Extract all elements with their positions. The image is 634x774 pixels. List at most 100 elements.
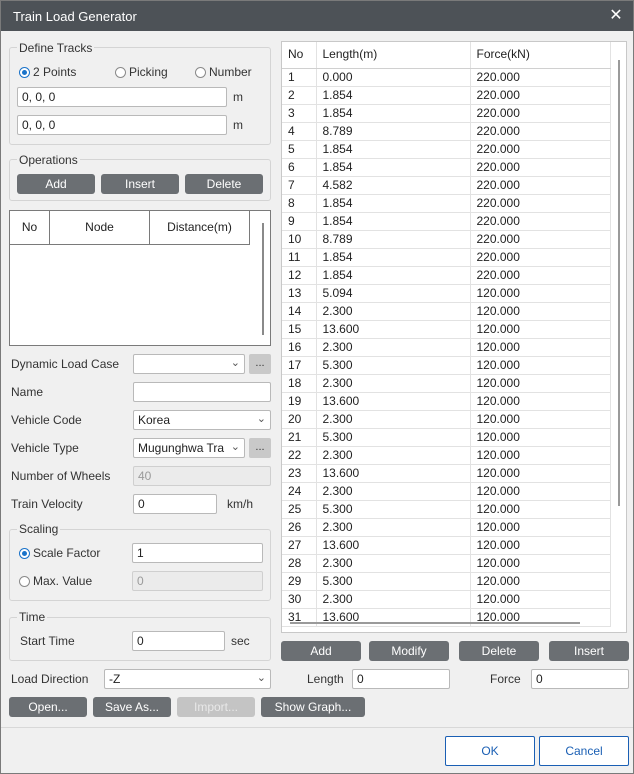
length-input[interactable]: 0 <box>352 669 450 689</box>
dynamic-load-case-select[interactable]: ⌄ <box>133 354 245 374</box>
row-force-cell[interactable]: 120.000 <box>470 428 611 447</box>
table-row[interactable]: 21 5.300 120.000 <box>282 428 611 447</box>
table-row[interactable]: 7 4.582 220.000 <box>282 176 611 195</box>
vehicle-code-select[interactable]: Korea ⌄ <box>133 410 271 430</box>
scale-factor-input[interactable]: 1 <box>132 543 263 563</box>
operations-insert-button[interactable]: Insert <box>101 174 179 194</box>
row-length-cell[interactable]: 2.300 <box>316 554 471 573</box>
force-add-button[interactable]: Add <box>281 641 361 661</box>
row-no-cell[interactable]: 29 <box>282 572 317 591</box>
row-force-cell[interactable]: 120.000 <box>470 572 611 591</box>
track-point-1-input[interactable]: 0, 0, 0 <box>17 87 227 107</box>
row-length-cell[interactable]: 13.600 <box>316 464 471 483</box>
row-force-cell[interactable]: 220.000 <box>470 68 611 87</box>
row-no-cell[interactable]: 16 <box>282 338 317 357</box>
row-force-cell[interactable]: 120.000 <box>470 518 611 537</box>
row-no-cell[interactable]: 14 <box>282 302 317 321</box>
row-no-cell[interactable]: 12 <box>282 266 317 285</box>
table-row[interactable]: 24 2.300 120.000 <box>282 482 611 501</box>
force-col-force[interactable]: Force(kN) <box>470 42 611 69</box>
vehicle-type-browse-button[interactable]: ... <box>249 438 271 458</box>
ok-button[interactable]: OK <box>445 736 535 766</box>
row-length-cell[interactable]: 5.300 <box>316 572 471 591</box>
row-length-cell[interactable]: 2.300 <box>316 338 471 357</box>
row-force-cell[interactable]: 220.000 <box>470 194 611 213</box>
force-col-length[interactable]: Length(m) <box>316 42 471 69</box>
nodes-col-no[interactable]: No <box>10 211 50 245</box>
table-row[interactable]: 27 13.600 120.000 <box>282 536 611 555</box>
nodes-table[interactable]: No Node Distance(m) <box>9 210 271 346</box>
table-row[interactable]: 10 8.789 220.000 <box>282 230 611 249</box>
force-modify-button[interactable]: Modify <box>369 641 449 661</box>
table-row[interactable]: 22 2.300 120.000 <box>282 446 611 465</box>
nodes-col-node[interactable]: Node <box>50 211 150 245</box>
row-force-cell[interactable]: 120.000 <box>470 482 611 501</box>
row-length-cell[interactable]: 0.000 <box>316 68 471 87</box>
force-table-vertical-scrollbar[interactable] <box>618 60 620 506</box>
velocity-input[interactable]: 0 <box>133 494 217 514</box>
row-no-cell[interactable]: 6 <box>282 158 317 177</box>
row-no-cell[interactable]: 11 <box>282 248 317 267</box>
table-row[interactable]: 28 2.300 120.000 <box>282 554 611 573</box>
table-row[interactable]: 14 2.300 120.000 <box>282 302 611 321</box>
table-row[interactable]: 15 13.600 120.000 <box>282 320 611 339</box>
force-input[interactable]: 0 <box>531 669 629 689</box>
row-force-cell[interactable]: 120.000 <box>470 500 611 519</box>
table-row[interactable]: 19 13.600 120.000 <box>282 392 611 411</box>
row-no-cell[interactable]: 5 <box>282 140 317 159</box>
table-row[interactable]: 12 1.854 220.000 <box>282 266 611 285</box>
row-force-cell[interactable]: 220.000 <box>470 140 611 159</box>
row-no-cell[interactable]: 30 <box>282 590 317 609</box>
row-force-cell[interactable]: 120.000 <box>470 374 611 393</box>
row-length-cell[interactable]: 1.854 <box>316 140 471 159</box>
row-no-cell[interactable]: 25 <box>282 500 317 519</box>
table-row[interactable]: 9 1.854 220.000 <box>282 212 611 231</box>
row-force-cell[interactable]: 120.000 <box>470 464 611 483</box>
row-force-cell[interactable]: 120.000 <box>470 536 611 555</box>
row-force-cell[interactable]: 120.000 <box>470 590 611 609</box>
row-no-cell[interactable]: 22 <box>282 446 317 465</box>
row-length-cell[interactable]: 8.789 <box>316 230 471 249</box>
row-force-cell[interactable]: 120.000 <box>470 338 611 357</box>
row-length-cell[interactable]: 8.789 <box>316 122 471 141</box>
table-row[interactable]: 5 1.854 220.000 <box>282 140 611 159</box>
row-length-cell[interactable]: 13.600 <box>316 536 471 555</box>
row-force-cell[interactable]: 120.000 <box>470 284 611 303</box>
radio-picking[interactable]: Picking <box>115 65 168 79</box>
row-length-cell[interactable]: 5.300 <box>316 356 471 375</box>
row-length-cell[interactable]: 2.300 <box>316 446 471 465</box>
force-delete-button[interactable]: Delete <box>459 641 539 661</box>
row-no-cell[interactable]: 24 <box>282 482 317 501</box>
row-length-cell[interactable]: 13.600 <box>316 392 471 411</box>
row-force-cell[interactable]: 220.000 <box>470 248 611 267</box>
row-no-cell[interactable]: 1 <box>282 68 317 87</box>
table-row[interactable]: 26 2.300 120.000 <box>282 518 611 537</box>
row-force-cell[interactable]: 220.000 <box>470 122 611 141</box>
row-force-cell[interactable]: 120.000 <box>470 356 611 375</box>
row-no-cell[interactable]: 13 <box>282 284 317 303</box>
row-force-cell[interactable]: 120.000 <box>470 554 611 573</box>
table-row[interactable]: 3 1.854 220.000 <box>282 104 611 123</box>
show-graph-button[interactable]: Show Graph... <box>261 697 365 717</box>
cancel-button[interactable]: Cancel <box>539 736 629 766</box>
table-row[interactable]: 18 2.300 120.000 <box>282 374 611 393</box>
row-no-cell[interactable]: 28 <box>282 554 317 573</box>
table-row[interactable]: 8 1.854 220.000 <box>282 194 611 213</box>
nodes-scrollbar[interactable] <box>262 223 264 335</box>
table-row[interactable]: 29 5.300 120.000 <box>282 572 611 591</box>
row-length-cell[interactable]: 13.600 <box>316 320 471 339</box>
row-force-cell[interactable]: 120.000 <box>470 320 611 339</box>
open-button[interactable]: Open... <box>9 697 87 717</box>
operations-add-button[interactable]: Add <box>17 174 95 194</box>
table-row[interactable]: 1 0.000 220.000 <box>282 68 611 87</box>
row-length-cell[interactable]: 5.300 <box>316 500 471 519</box>
row-no-cell[interactable]: 10 <box>282 230 317 249</box>
table-row[interactable]: 20 2.300 120.000 <box>282 410 611 429</box>
force-table[interactable]: No Length(m) Force(kN) 1 0.000 220.000 2 1.8… <box>281 41 627 633</box>
row-force-cell[interactable]: 220.000 <box>470 212 611 231</box>
table-row[interactable]: 16 2.300 120.000 <box>282 338 611 357</box>
row-no-cell[interactable]: 26 <box>282 518 317 537</box>
row-force-cell[interactable]: 120.000 <box>470 446 611 465</box>
start-time-input[interactable]: 0 <box>132 631 225 651</box>
row-force-cell[interactable]: 220.000 <box>470 104 611 123</box>
